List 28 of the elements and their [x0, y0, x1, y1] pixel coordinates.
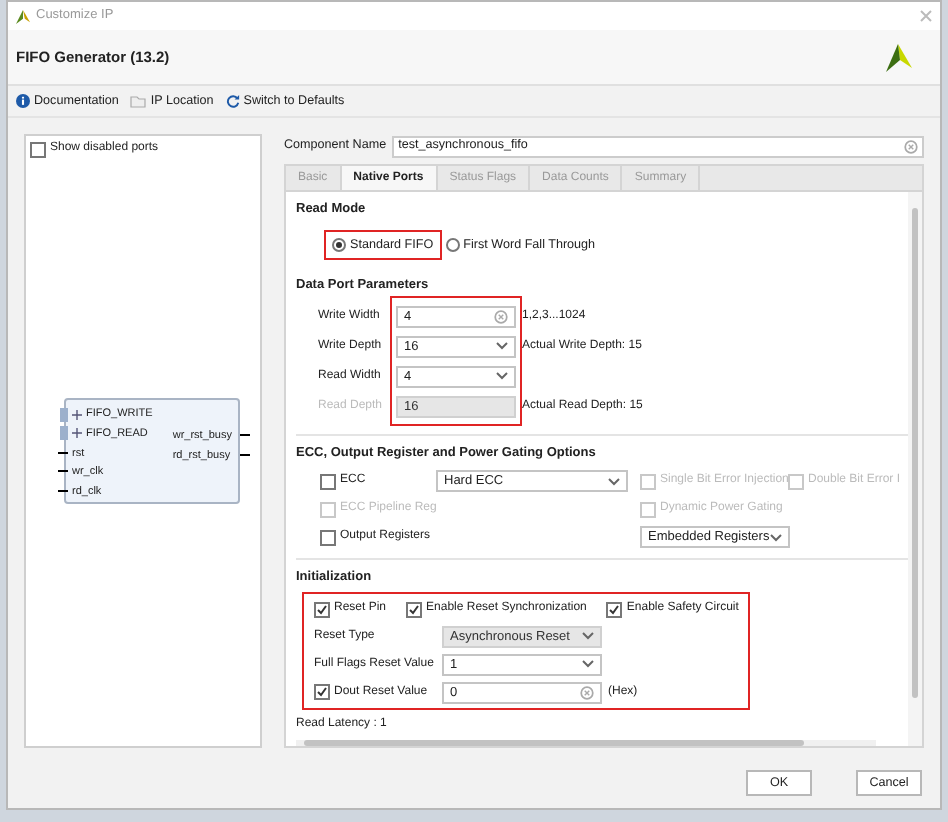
chevron-down-icon — [582, 632, 594, 641]
horizontal-scrollbar[interactable] — [296, 740, 876, 746]
logo-icon — [884, 43, 912, 71]
clear-icon[interactable] — [494, 309, 508, 324]
checkbox[interactable] — [30, 141, 46, 157]
checkbox[interactable] — [406, 601, 423, 618]
plus-icon[interactable] — [72, 409, 82, 420]
chevron-down-icon — [608, 477, 620, 486]
logo-icon — [16, 9, 30, 23]
radio-button[interactable] — [332, 237, 346, 252]
chevron-down-icon — [496, 372, 508, 381]
radio-button[interactable] — [445, 237, 460, 252]
checkbox[interactable] — [606, 601, 623, 618]
chevron-down-icon — [769, 533, 782, 542]
plus-icon[interactable] — [72, 428, 82, 439]
vertical-scrollbar[interactable] — [908, 192, 922, 746]
clear-icon[interactable] — [904, 139, 918, 153]
info-icon — [16, 94, 30, 108]
close-icon[interactable] — [920, 10, 932, 22]
folder-icon — [130, 95, 147, 107]
chevron-down-icon — [582, 660, 594, 669]
clear-icon[interactable] — [580, 685, 594, 700]
refresh-icon — [225, 94, 240, 108]
chevron-down-icon — [496, 342, 508, 351]
checkbox[interactable] — [314, 684, 330, 701]
checkbox[interactable] — [314, 601, 330, 618]
checkbox[interactable] — [320, 529, 336, 546]
checkbox[interactable] — [320, 473, 336, 490]
